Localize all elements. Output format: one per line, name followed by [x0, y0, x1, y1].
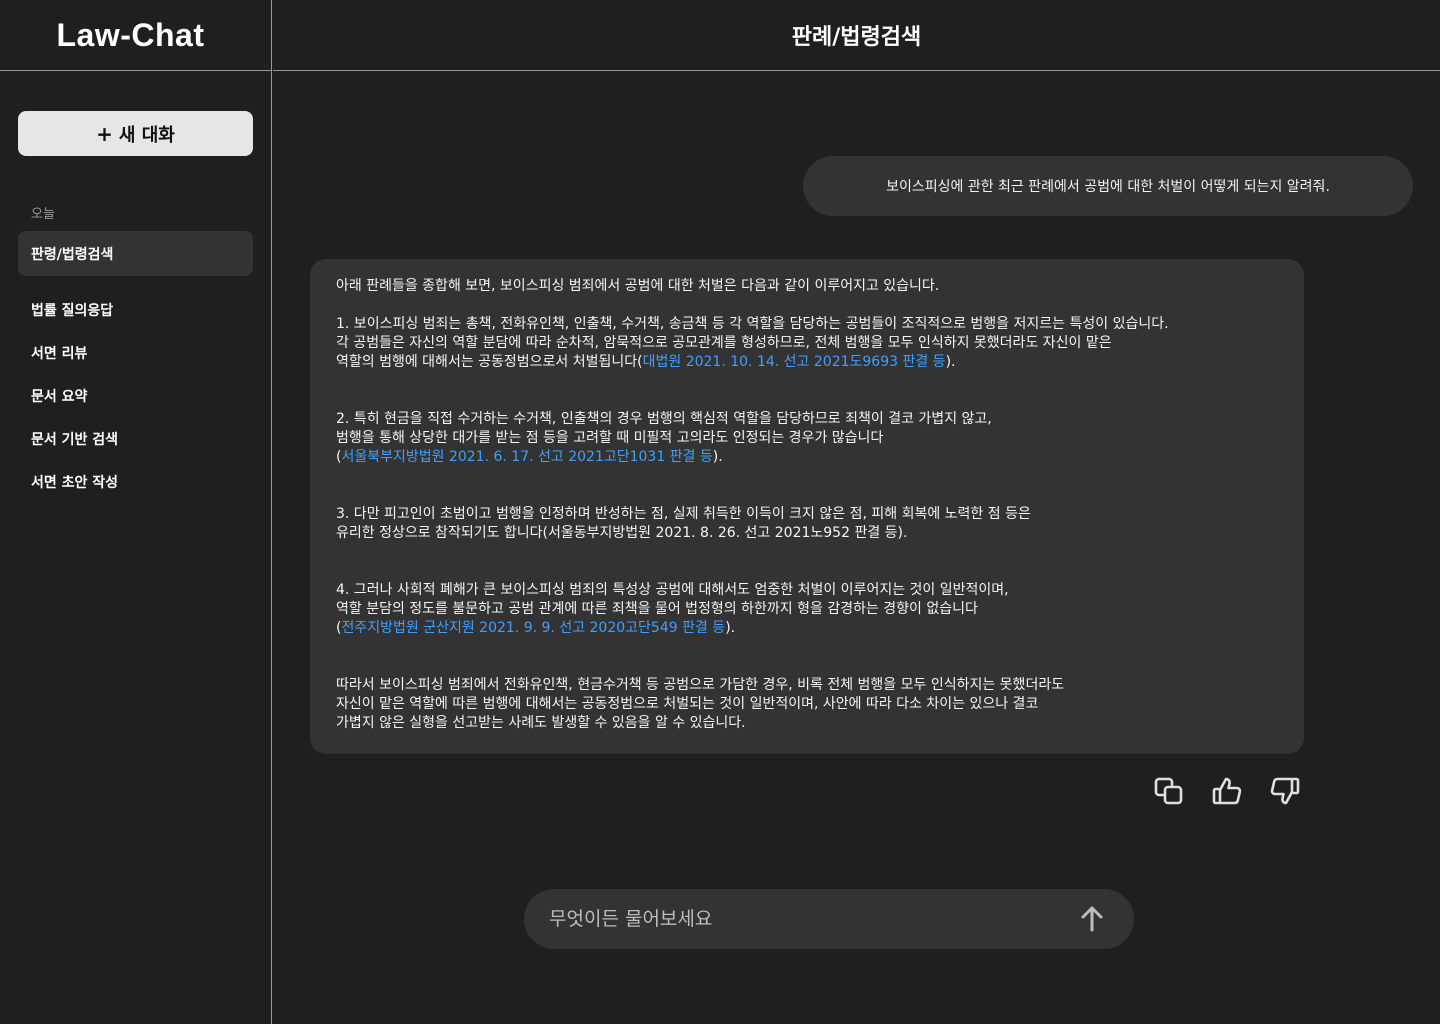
answer-point-2-end: ). — [712, 449, 723, 465]
user-message-bubble: 보이스피싱에 관한 최근 판례에서 공범에 대한 처벌이 어떻게 되는지 알려줘… — [803, 156, 1413, 216]
answer-intro: 아래 판례들을 종합해 보면, 보이스피싱 범죄에서 공범에 대한 처벌은 다음… — [336, 278, 940, 294]
thumbs-down-icon — [1270, 777, 1300, 805]
answer-actions — [1153, 775, 1301, 807]
sidebar-item-label: 문서 기반 검색 — [31, 432, 119, 448]
answer-conclusion: 따라서 보이스피싱 범죄에서 전화유인책, 현금수거책 등 공범으로 가담한 경… — [336, 677, 1065, 731]
section-label-today: 오늘 — [31, 207, 55, 222]
thumbs-up-icon — [1212, 777, 1242, 805]
thumbs-down-button[interactable] — [1269, 775, 1301, 807]
send-button[interactable] — [1078, 905, 1106, 933]
citation-link[interactable]: 전주지방법원 군산지원 2021. 9. 9. 선고 2020고단549 판결 … — [341, 620, 725, 636]
arrow-up-icon — [1081, 906, 1103, 932]
sidebar-item-label: 법률 질의응답 — [31, 303, 114, 319]
citation-link[interactable]: 서울북부지방법원 2021. 6. 17. 선고 2021고단1031 판결 등 — [341, 449, 712, 465]
page-title: 판례/법령검색 — [273, 0, 1440, 71]
sidebar-item-document-search[interactable]: 문서 기반 검색 — [31, 427, 118, 470]
copy-icon — [1154, 777, 1183, 805]
answer-point-3: 3. 다만 피고인이 초범이고 범행을 인정하며 반성하는 점, 실제 취득한 … — [336, 506, 1031, 541]
answer-point-4: 4. 그러나 사회적 폐해가 큰 보이스피싱 범죄의 특성상 공범에 대해서도 … — [336, 581, 1278, 638]
assistant-answer-bubble: 아래 판례들을 종합해 보면, 보이스피싱 범죄에서 공범에 대한 처벌은 다음… — [310, 259, 1304, 754]
new-chat-button[interactable]: + 새 대화 — [18, 111, 253, 156]
sidebar-item-label: 문서 요약 — [31, 389, 88, 405]
app-root: Law-Chat + 새 대화 오늘 판령/법령검색 법률 질의응답 서면 리뷰… — [0, 0, 1440, 1024]
sidebar-item-document-review[interactable]: 서면 리뷰 — [31, 341, 118, 384]
user-message-text: 보이스피싱에 관한 최근 판례에서 공범에 대한 처벌이 어떻게 되는지 알려줘… — [886, 179, 1330, 195]
answer-point-1-end: ). — [945, 354, 956, 370]
sidebar-item-draft-writing[interactable]: 서면 초안 작성 — [31, 470, 118, 513]
answer-point-2: 2. 특히 현금을 직접 수거하는 수거책, 인출책의 경우 범행의 핵심적 역… — [336, 410, 1278, 467]
main-panel: 판례/법령검색 보이스피싱에 관한 최근 판례에서 공범에 대한 처벌이 어떻게… — [273, 0, 1440, 1024]
copy-button[interactable] — [1153, 775, 1185, 807]
sidebar-item-label: 서면 리뷰 — [31, 346, 88, 362]
sidebar-item-label: 서면 초안 작성 — [31, 475, 119, 491]
answer-point-4-end: ). — [725, 620, 736, 636]
sidebar: Law-Chat + 새 대화 오늘 판령/법령검색 법률 질의응답 서면 리뷰… — [0, 0, 272, 1024]
plus-icon: + — [96, 121, 113, 146]
sidebar-nav: 법률 질의응답 서면 리뷰 문서 요약 문서 기반 검색 서면 초안 작성 — [31, 298, 118, 513]
sidebar-item-legal-qa[interactable]: 법률 질의응답 — [31, 298, 118, 341]
sidebar-item-label: 판령/법령검색 — [31, 246, 114, 263]
new-chat-label: 새 대화 — [118, 124, 175, 146]
sidebar-item-active-case-search[interactable]: 판령/법령검색 — [18, 231, 253, 276]
sidebar-item-document-summary[interactable]: 문서 요약 — [31, 384, 118, 427]
chat-input[interactable] — [549, 908, 1078, 930]
citation-link[interactable]: 대법원 2021. 10. 14. 선고 2021도9693 판결 등 — [643, 354, 946, 370]
thumbs-up-button[interactable] — [1211, 775, 1243, 807]
chat-composer — [524, 889, 1134, 949]
answer-point-1: 1. 보이스피싱 범죄는 총책, 전화유인책, 인출책, 수거책, 송금책 등 … — [336, 315, 1278, 372]
brand-logo: Law-Chat — [0, 0, 271, 71]
